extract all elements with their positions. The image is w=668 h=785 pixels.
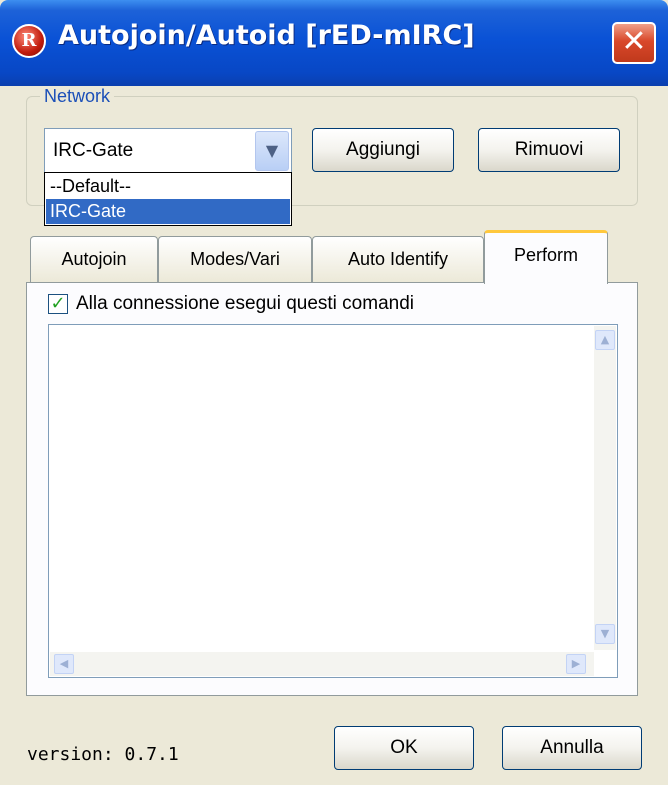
remove-network-button[interactable]: Rimuovi [478, 128, 620, 172]
chevron-down-icon[interactable]: ▼ [255, 131, 289, 171]
scroll-left-icon[interactable]: ◀ [54, 654, 74, 674]
dropdown-option-irc-gate[interactable]: IRC-Gate [46, 199, 290, 224]
perform-on-connect-label: Alla connessione esegui questi comandi [76, 293, 414, 314]
ok-button[interactable]: OK [334, 726, 474, 770]
dropdown-option-default[interactable]: --Default-- [46, 174, 290, 199]
close-button[interactable]: ✕ [612, 22, 656, 64]
cancel-button[interactable]: Annulla [502, 726, 642, 770]
tab-modes-vari[interactable]: Modes/Vari [158, 236, 312, 282]
scroll-up-icon[interactable]: ▲ [595, 330, 615, 350]
horizontal-scrollbar[interactable]: ◀ ▶ [50, 652, 594, 676]
dialog-window: R Autojoin/Autoid [rED-mIRC] ✕ Network I… [0, 0, 668, 785]
add-network-button[interactable]: Aggiungi [312, 128, 454, 172]
checkmark-icon: ✓ [50, 293, 66, 314]
network-selected-value: IRC-Gate [53, 140, 134, 161]
network-legend: Network [40, 86, 115, 107]
tab-perform[interactable]: Perform [484, 230, 608, 284]
vertical-scrollbar[interactable]: ▲ ▼ [594, 326, 616, 650]
perform-commands-textarea[interactable] [48, 324, 618, 678]
scroll-down-icon[interactable]: ▼ [595, 624, 615, 644]
scroll-right-icon[interactable]: ▶ [566, 654, 586, 674]
tab-auto-identify[interactable]: Auto Identify [312, 236, 484, 282]
network-combobox[interactable]: IRC-Gate ▼ [44, 128, 292, 174]
title-bar[interactable]: R Autojoin/Autoid [rED-mIRC] ✕ [0, 0, 668, 86]
perform-on-connect-checkbox[interactable]: ✓ [48, 294, 68, 314]
network-dropdown-list: --Default-- IRC-Gate [44, 172, 292, 226]
window-title: Autojoin/Autoid [rED-mIRC] [58, 20, 475, 51]
app-icon: R [12, 24, 46, 58]
version-label: version: 0.7.1 [27, 744, 179, 765]
tab-autojoin[interactable]: Autojoin [30, 236, 158, 282]
